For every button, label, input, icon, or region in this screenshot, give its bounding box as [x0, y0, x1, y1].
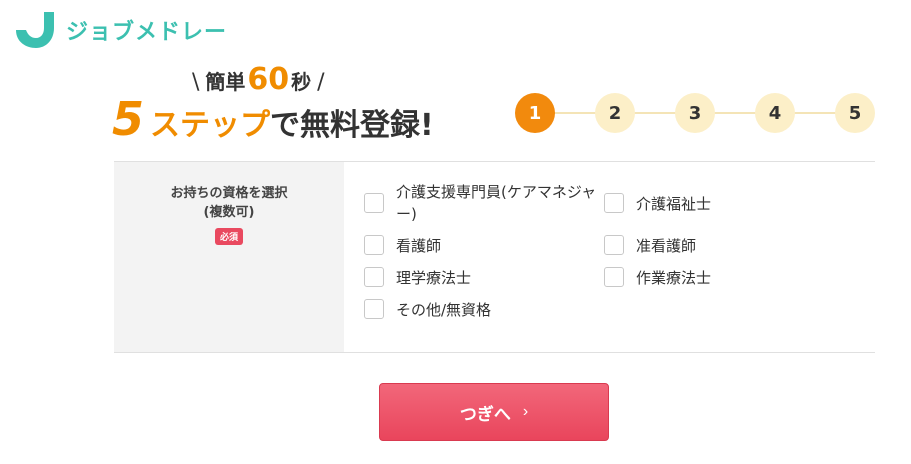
catch-free-register: で無料登録! — [270, 108, 434, 143]
chevron-right-icon: › — [522, 403, 529, 420]
catch-step-word: ステップ — [150, 108, 271, 143]
option-label: 看護師 — [396, 237, 442, 255]
checkbox[interactable] — [604, 267, 624, 287]
qualification-label-cell: お持ちの資格を選択 (複数可) 必須 — [114, 162, 344, 352]
checkbox[interactable] — [364, 299, 384, 319]
step-4: 4 — [755, 93, 795, 133]
checkbox[interactable] — [604, 193, 624, 213]
option-physical-therapist[interactable]: 理学療法士 — [364, 267, 471, 289]
next-button-label: つぎへ — [459, 404, 511, 424]
step-indicator: 1 2 3 4 5 — [515, 93, 875, 133]
checkbox[interactable] — [364, 193, 384, 213]
option-care-worker[interactable]: 介護福祉士 — [604, 193, 711, 215]
catch-prefix: 簡単 — [205, 70, 246, 94]
catch-title: 5 ステップ で無料登録! — [112, 92, 434, 146]
option-occupational-therapist[interactable]: 作業療法士 — [604, 267, 711, 289]
next-button[interactable]: つぎへ › — [379, 383, 609, 441]
option-other-none[interactable]: その他/無資格 — [364, 299, 491, 321]
required-badge: 必須 — [214, 228, 243, 245]
option-label: 理学療法士 — [396, 269, 472, 287]
logo-mark-icon — [16, 12, 54, 48]
option-label: 介護支援専門員(ケアマネジャー) — [396, 183, 597, 223]
catch-suffix: 秒 — [291, 70, 312, 94]
checkbox[interactable] — [364, 235, 384, 255]
qualification-label: お持ちの資格を選択 — [170, 186, 288, 201]
option-label: 作業療法士 — [636, 269, 712, 287]
option-care-manager[interactable]: 介護支援専門員(ケアマネジャー) — [364, 181, 604, 225]
option-assistant-nurse[interactable]: 准看護師 — [604, 235, 696, 257]
qualification-options: 介護支援専門員(ケアマネジャー) 介護福祉士 看護師 准看護師 理学療法士 作業… — [344, 162, 875, 352]
logo[interactable]: ジョブメドレー — [14, 10, 227, 50]
option-label: 准看護師 — [636, 237, 697, 255]
step-5: 5 — [835, 93, 875, 133]
qualification-form-row: お持ちの資格を選択 (複数可) 必須 介護支援専門員(ケアマネジャー) 介護福祉… — [114, 161, 875, 353]
step-3: 3 — [675, 93, 715, 133]
option-label: 介護福祉士 — [636, 195, 712, 213]
checkbox[interactable] — [364, 267, 384, 287]
step-1: 1 — [515, 93, 555, 133]
step-2: 2 — [595, 93, 635, 133]
logo-text: ジョブメドレー — [66, 20, 228, 45]
qualification-label-multiple: (複数可) — [203, 205, 255, 220]
option-label: その他/無資格 — [396, 301, 492, 319]
catch-step-number: 5 — [112, 92, 145, 146]
option-nurse[interactable]: 看護師 — [364, 235, 441, 257]
checkbox[interactable] — [604, 235, 624, 255]
